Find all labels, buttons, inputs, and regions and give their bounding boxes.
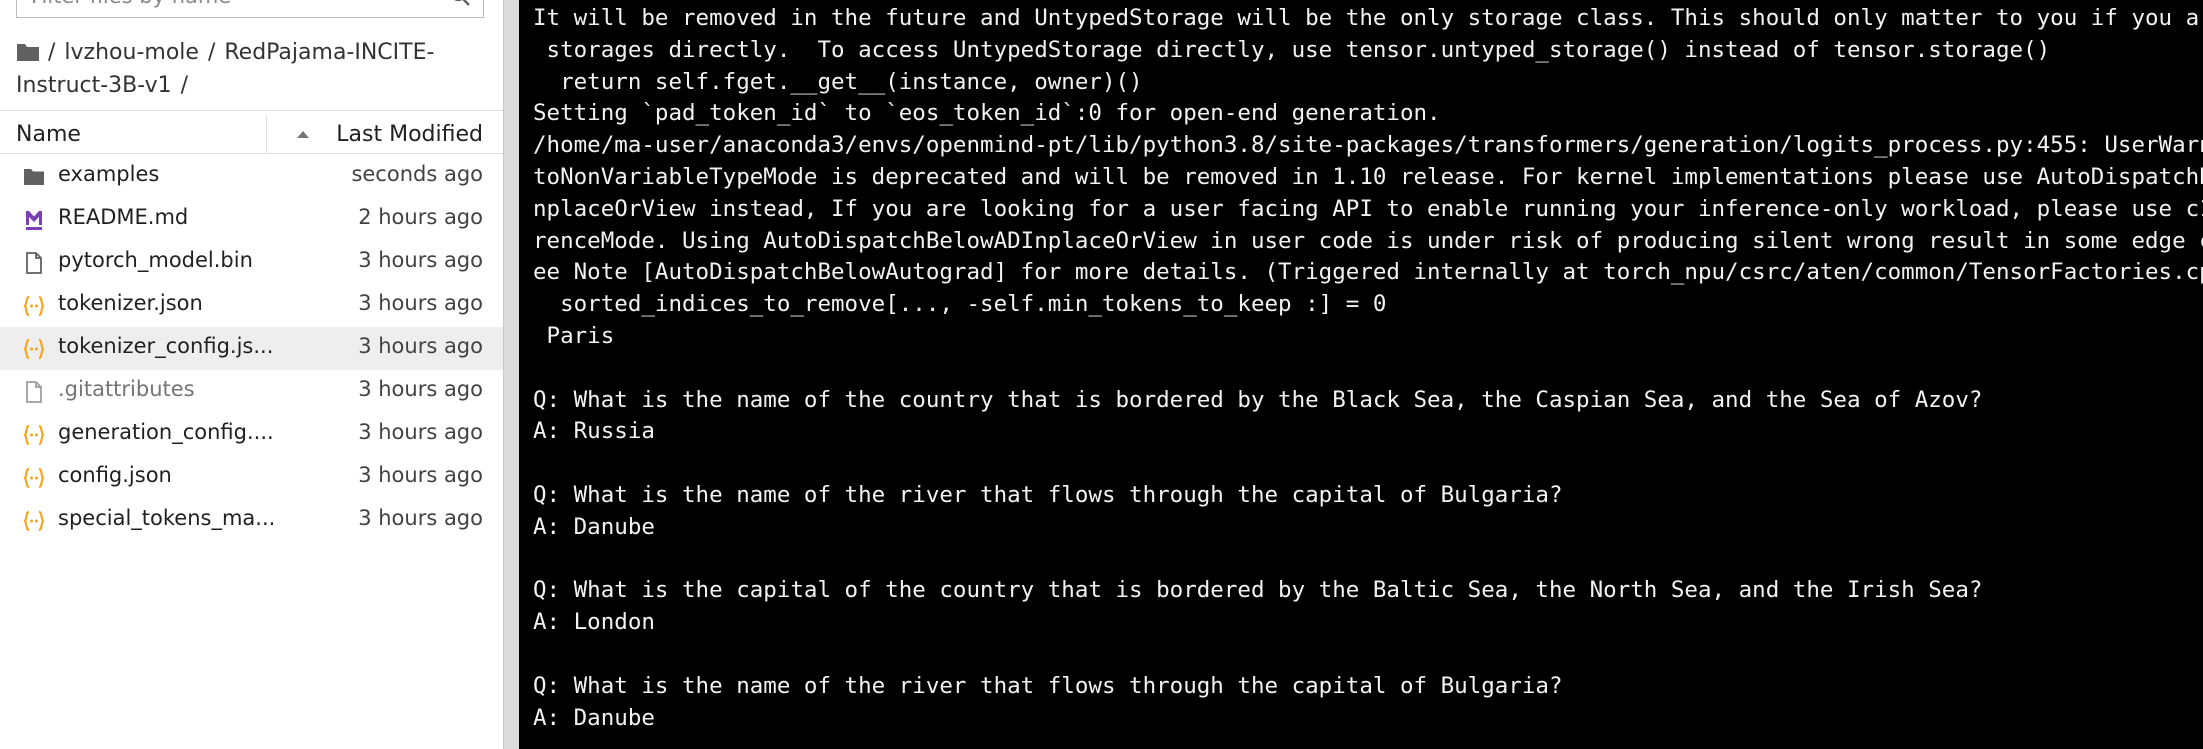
terminal-line: A: Danube [533, 513, 655, 540]
file-modified: 3 hours ago [358, 420, 483, 444]
terminal-line: ee Note [AutoDispatchBelowAutograd] for … [533, 259, 2203, 286]
file-row-tokenizer-config[interactable]: tokenizer_config.js... 3 hours ago [0, 327, 503, 370]
file-row-generation-config[interactable]: generation_config.... 3 hours ago [0, 413, 503, 456]
file-row-pytorch-model[interactable]: pytorch_model.bin 3 hours ago [0, 241, 503, 284]
file-modified: 3 hours ago [358, 463, 483, 487]
file-browser-panel: / lvzhou-mole / RedPajama-INCITE-Instruc… [0, 0, 503, 749]
json-icon [23, 510, 45, 532]
column-header-name[interactable]: Name [16, 122, 81, 147]
file-list: examples seconds ago README.md 2 hours a… [0, 155, 503, 542]
file-list-header: Name Last Modified [0, 116, 503, 154]
filter-files-input[interactable] [31, 0, 431, 11]
file-row-readme[interactable]: README.md 2 hours ago [0, 198, 503, 241]
terminal-line: renceMode. Using AutoDispatchBelowADInpl… [533, 227, 2203, 254]
file-modified: seconds ago [351, 162, 483, 186]
file-modified: 3 hours ago [358, 377, 483, 401]
terminal-output: It will be removed in the future and Unt… [533, 3, 2203, 734]
markdown-icon [26, 211, 42, 230]
terminal-line: A: Danube [533, 704, 655, 731]
json-icon [23, 338, 45, 360]
file-icon [26, 381, 42, 403]
terminal-line: sorted_indices_to_remove[..., -self.min_… [533, 291, 1387, 318]
json-icon [23, 295, 45, 317]
file-name: tokenizer_config.js... [58, 334, 274, 358]
file-row-gitattributes[interactable]: .gitattributes 3 hours ago [0, 370, 503, 413]
terminal-line: Setting `pad_token_id` to `eos_token_id`… [533, 100, 1441, 127]
folder-icon [24, 169, 44, 185]
terminal-panel[interactable]: It will be removed in the future and Unt… [519, 0, 2203, 749]
breadcrumb-item-lvzhou-mole[interactable]: lvzhou-mole [64, 40, 199, 65]
column-resize-handle[interactable] [266, 116, 267, 154]
file-row-examples[interactable]: examples seconds ago [0, 155, 503, 198]
file-modified: 3 hours ago [358, 248, 483, 272]
terminal-line: /home/ma-user/anaconda3/envs/openmind-pt… [533, 132, 2203, 159]
file-name: examples [58, 162, 160, 186]
terminal-line: toNonVariableTypeMode is deprecated and … [533, 163, 2203, 190]
json-icon [23, 424, 45, 446]
json-icon [23, 467, 45, 489]
column-header-last-modified[interactable]: Last Modified [336, 122, 483, 147]
file-modified: 3 hours ago [358, 506, 483, 530]
file-modified: 2 hours ago [358, 205, 483, 229]
file-icon [26, 252, 42, 274]
breadcrumb-separator: / [180, 73, 189, 98]
file-name: pytorch_model.bin [58, 248, 253, 272]
filter-files-box[interactable] [16, 0, 484, 18]
terminal-line: A: Russia [533, 418, 655, 445]
terminal-line: return self.fget.__get__(instance, owner… [533, 68, 1143, 95]
terminal-line: nplaceOrView instead, If you are looking… [533, 195, 2203, 222]
terminal-line: Paris [533, 322, 615, 349]
terminal-line: storages directly. To access UntypedStor… [533, 36, 2051, 63]
file-name: README.md [58, 205, 189, 229]
file-modified: 3 hours ago [358, 334, 483, 358]
file-modified: 3 hours ago [358, 291, 483, 315]
divider [0, 110, 503, 111]
terminal-line: Q: What is the name of the river that fl… [533, 481, 1563, 508]
terminal-line: Q: What is the name of the country that … [533, 386, 1983, 413]
file-row-special-tokens[interactable]: special_tokens_ma... 3 hours ago [0, 499, 503, 542]
breadcrumb: / lvzhou-mole / RedPajama-INCITE-Instruc… [16, 36, 486, 102]
terminal-line: A: London [533, 609, 655, 636]
file-name: tokenizer.json [58, 291, 203, 315]
breadcrumb-separator: / [207, 40, 216, 65]
file-name: .gitattributes [58, 377, 195, 401]
home-folder-icon[interactable] [16, 41, 40, 63]
file-row-config-json[interactable]: config.json 3 hours ago [0, 456, 503, 499]
file-name: generation_config.... [58, 420, 274, 444]
terminal-line: Q: What is the name of the river that fl… [533, 672, 1563, 699]
breadcrumb-root[interactable]: / [48, 40, 55, 65]
search-icon [454, 0, 470, 6]
terminal-line: Q: What is the capital of the country th… [533, 577, 1983, 604]
file-name: special_tokens_ma... [58, 506, 276, 530]
terminal-line: It will be removed in the future and Unt… [533, 5, 2203, 31]
sort-ascending-icon[interactable] [296, 129, 310, 139]
file-row-tokenizer-json[interactable]: tokenizer.json 3 hours ago [0, 284, 503, 327]
panel-resize-handle[interactable] [503, 0, 519, 749]
file-name: config.json [58, 463, 172, 487]
